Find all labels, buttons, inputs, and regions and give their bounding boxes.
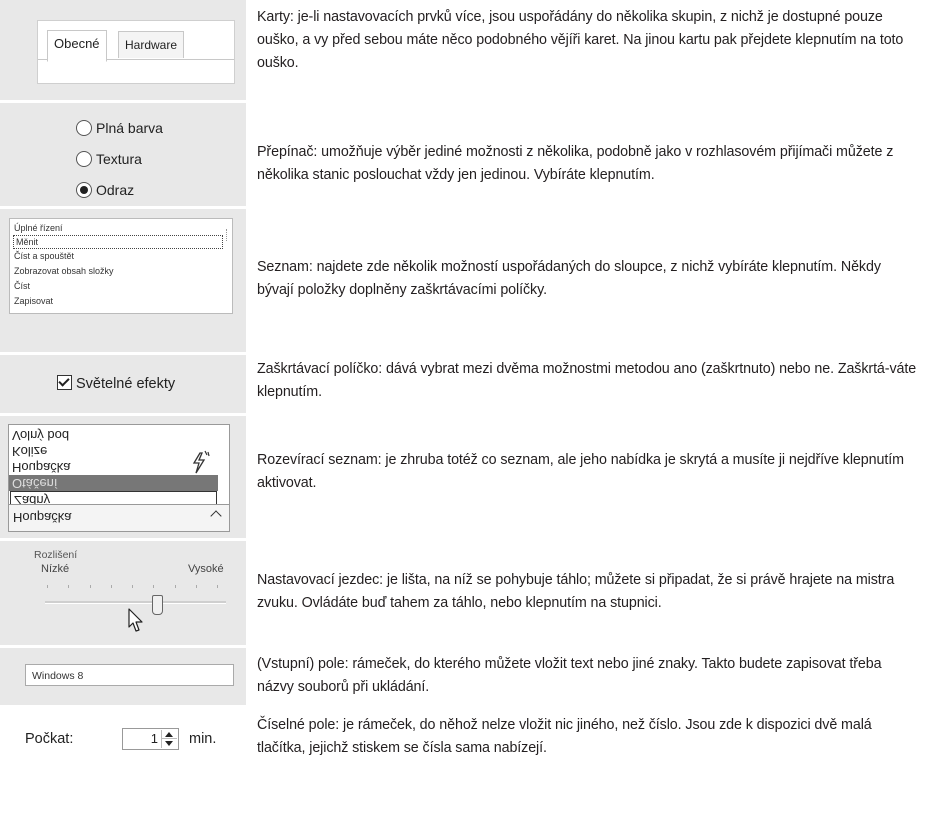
description-numeric: Číselné pole: je rámeček, do něhož nelze… <box>257 717 872 756</box>
example-cell: Počkat: 1 min. <box>0 708 246 840</box>
example-cell: Rozlišení Nízké Vysoké <box>0 541 246 645</box>
text-input[interactable]: Windows 8 <box>25 664 234 686</box>
dropdown-option[interactable]: Volný bod <box>9 427 218 443</box>
row-checkbox: Světelné efekty Zaškrtávací políčko: dáv… <box>0 355 941 413</box>
dropdown-option-highlighted[interactable]: Otáčení <box>9 475 218 491</box>
description-cell: Zaškrtávací políčko: dává vybrat mezi dv… <box>246 355 941 413</box>
list-item-selected[interactable]: Měnit <box>13 235 223 249</box>
checkbox-box-checked <box>57 375 72 390</box>
arrow-up-icon[interactable] <box>165 732 173 737</box>
row-list: Úplné řízení Měnit Číst a spouštět Zobra… <box>0 209 941 352</box>
slider-high-label: Vysoké <box>188 563 224 575</box>
tab-hardware[interactable]: Hardware <box>118 31 185 58</box>
numeric-label: Počkat: <box>25 731 74 747</box>
lighting-effects-checkbox[interactable]: Světelné efekty <box>57 375 175 392</box>
dropdown-field[interactable]: Houpačka <box>9 504 229 531</box>
example-cell: Obecné Hardware <box>0 0 246 100</box>
description-cell: Seznam: najdete zde několik možností usp… <box>246 209 941 352</box>
radio-reflection[interactable]: Odraz <box>76 180 134 200</box>
slider-tick <box>217 585 218 588</box>
slider-tick <box>153 585 154 588</box>
slider-title: Rozlišení <box>34 549 78 561</box>
slider-track[interactable] <box>45 601 226 604</box>
list-item[interactable]: Číst <box>14 280 30 292</box>
list-box[interactable]: Úplné řízení Měnit Číst a spouštět Zobra… <box>9 218 233 314</box>
dropdown-value: Houpačka <box>13 510 72 525</box>
row-tabs: Obecné Hardware Karty: je-li nastavovací… <box>0 0 941 100</box>
list-item[interactable]: Úplné řízení <box>14 222 63 234</box>
slider-tick <box>90 585 91 588</box>
description-tabs: Karty: je-li nastavovacích prvků více, j… <box>257 9 904 71</box>
example-cell: Volný bod Kolize Houpačka Otáčení Žádný … <box>0 416 246 538</box>
dropdown-option[interactable]: Houpačka <box>9 459 218 475</box>
dropdown-option[interactable]: Kolize <box>9 443 218 459</box>
example-cell: Plná barva Textura Odraz <box>0 103 246 206</box>
description-textfield: (Vstupní) pole: rámeček, do kterého může… <box>257 656 882 695</box>
chevron-up-icon[interactable] <box>210 510 222 522</box>
list-item[interactable]: Číst a spouštět <box>14 250 74 262</box>
list-scroll-mark <box>226 229 229 241</box>
row-numeric: Počkat: 1 min. Číselné pole: je rámeček,… <box>0 708 941 840</box>
slider-tick <box>68 585 69 588</box>
description-cell: Karty: je-li nastavovacích prvků více, j… <box>246 0 941 100</box>
tab-control: Obecné Hardware <box>37 20 235 84</box>
description-cell: Přepínač: umožňuje výběr jediné možnosti… <box>246 103 941 206</box>
description-cell: (Vstupní) pole: rámeček, do kterého může… <box>246 648 941 705</box>
checkbox-label: Světelné efekty <box>76 376 176 392</box>
slider-thumb[interactable] <box>152 595 164 615</box>
numeric-stepper[interactable]: 1 <box>122 728 179 750</box>
description-radios: Přepínač: umožňuje výběr jediné možnosti… <box>257 144 894 183</box>
controls-table: Obecné Hardware Karty: je-li nastavovací… <box>0 0 941 840</box>
numeric-unit: min. <box>189 731 217 747</box>
description-slider: Nastavovací jezdec: je lišta, na níž se … <box>257 572 895 611</box>
example-cell: Windows 8 <box>0 648 246 705</box>
row-dropdown: Volný bod Kolize Houpačka Otáčení Žádný … <box>0 416 941 538</box>
radio-label: Plná barva <box>96 120 163 136</box>
arrow-down-icon[interactable] <box>165 741 173 746</box>
radio-texture[interactable]: Textura <box>76 149 142 169</box>
example-cell: Úplné řízení Měnit Číst a spouštět Zobra… <box>0 209 246 352</box>
tab-strip: Obecné Hardware <box>38 21 234 62</box>
slider-tick <box>196 585 197 588</box>
mouse-pointer-icon <box>128 608 143 632</box>
description-dropdown: Rozevírací seznam: je zhruba totéž co se… <box>257 452 904 491</box>
row-textfield: Windows 8 (Vstupní) pole: rámeček, do kt… <box>0 648 941 705</box>
slider-tick <box>111 585 112 588</box>
slider-tick <box>132 585 133 588</box>
radio-solid[interactable]: Plná barva <box>76 118 163 138</box>
radio-circle <box>76 120 92 136</box>
tab-general[interactable]: Obecné <box>47 30 107 62</box>
list-item[interactable]: Zobrazovat obsah složky <box>14 265 114 277</box>
example-cell: Světelné efekty <box>0 355 246 413</box>
description-checkbox: Zaškrtávací políčko: dává vybrat mezi dv… <box>257 361 917 400</box>
dropdown[interactable]: Volný bod Kolize Houpačka Otáčení Žádný … <box>8 424 230 532</box>
slider-low-label: Nízké <box>41 563 70 575</box>
cursor-click-icon <box>192 450 210 474</box>
description-cell: Číselné pole: je rámeček, do něhož nelze… <box>246 708 941 840</box>
slider-tick <box>47 585 48 588</box>
spin-buttons[interactable] <box>161 730 177 748</box>
description-cell: Rozevírací seznam: je zhruba totéž co se… <box>246 416 941 538</box>
numeric-value: 1 <box>150 731 158 746</box>
radio-circle-selected <box>76 182 92 198</box>
slider-tick <box>175 585 176 588</box>
row-radios: Plná barva Textura Odraz Přepínač: umožň… <box>0 103 941 206</box>
description-list: Seznam: najdete zde několik možností usp… <box>257 259 881 298</box>
spin-divider <box>162 738 177 739</box>
row-slider: Rozlišení Nízké Vysoké Nastavovací jezde… <box>0 541 941 645</box>
radio-circle <box>76 151 92 167</box>
list-item[interactable]: Zapisovat <box>14 295 53 307</box>
radio-label: Textura <box>96 151 142 167</box>
radio-label: Odraz <box>96 182 135 198</box>
description-cell: Nastavovací jezdec: je lišta, na níž se … <box>246 541 941 645</box>
